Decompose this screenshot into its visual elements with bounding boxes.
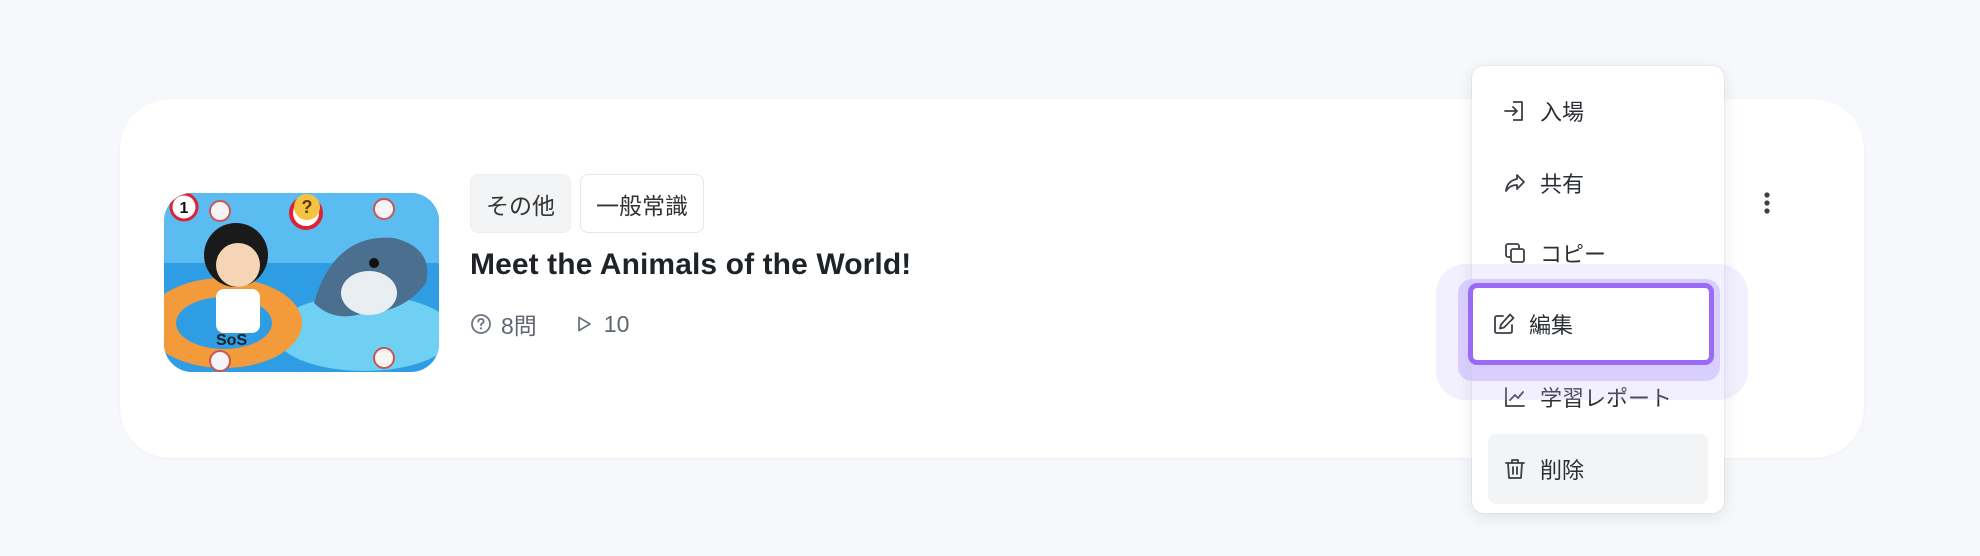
svg-text:?: ? [302, 197, 313, 217]
play-count: 10 [573, 310, 630, 338]
thumbnail-illustration: ? 1 SoS [164, 193, 439, 372]
menu-item-delete[interactable]: 削除 [1488, 434, 1708, 504]
more-options-button[interactable] [1752, 188, 1782, 218]
question-count: 8問 [470, 307, 537, 341]
tag-category: その他 [470, 174, 571, 233]
menu-item-label: 入場 [1540, 100, 1585, 125]
play-count-label: 10 [603, 310, 630, 337]
svg-text:1: 1 [180, 200, 189, 217]
kebab-icon [1764, 192, 1770, 214]
menu-item-enter[interactable]: 入場 [1488, 76, 1708, 146]
menu-item-label: 共有 [1540, 172, 1585, 197]
quiz-thumbnail[interactable]: ? 1 SoS [164, 193, 439, 372]
share-icon [1502, 170, 1528, 196]
copy-icon [1502, 240, 1528, 266]
question-icon [471, 314, 491, 334]
tag-list: その他 一般常識 [470, 174, 704, 233]
trash-icon [1502, 456, 1528, 482]
question-count-label: 8問 [501, 313, 537, 339]
edit-icon [1491, 311, 1517, 337]
quiz-title[interactable]: Meet the Animals of the World! [470, 248, 911, 282]
menu-item-label: 削除 [1540, 458, 1585, 483]
play-icon [577, 316, 591, 332]
quiz-meta: 8問 10 [470, 307, 629, 341]
svg-text:SoS: SoS [216, 332, 247, 349]
menu-item-label: 編集 [1529, 313, 1574, 338]
enter-icon [1502, 98, 1528, 124]
tag-topic: 一般常識 [580, 174, 704, 233]
menu-item-share[interactable]: 共有 [1488, 148, 1708, 218]
menu-item-edit[interactable]: 編集 [1468, 283, 1714, 365]
